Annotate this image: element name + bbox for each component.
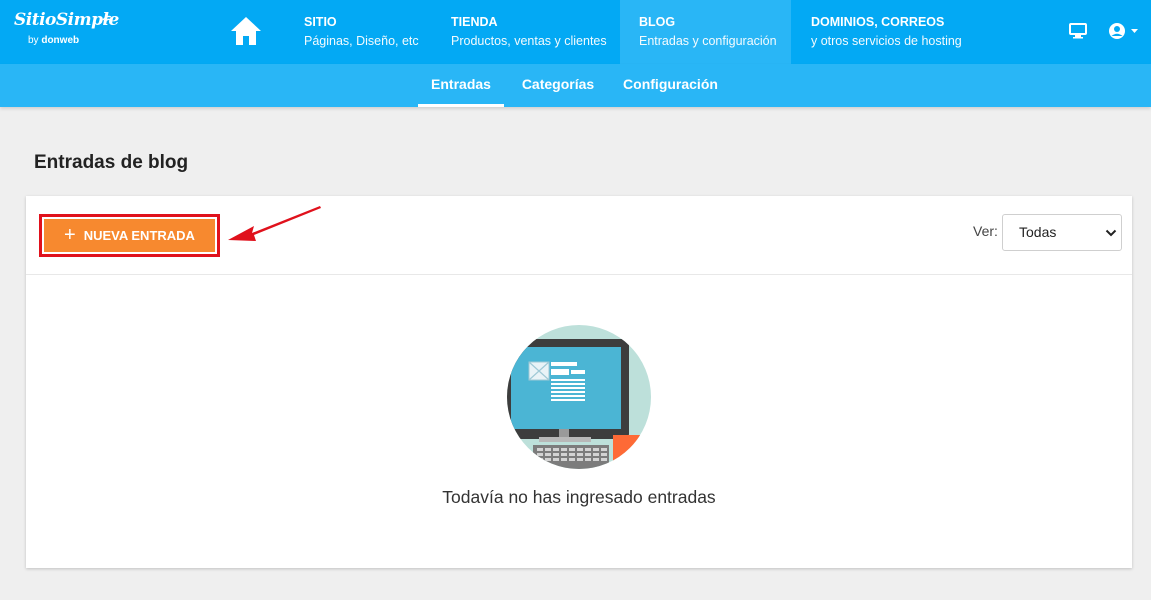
nav-title: DOMINIOS, CORREOS (811, 15, 945, 29)
tab-configuracion[interactable]: Configuración (614, 64, 727, 107)
nav-title: TIENDA (451, 15, 498, 29)
nav-tienda[interactable]: TIENDA Productos, ventas y clientes (434, 0, 620, 64)
empty-state-computer-illustration (507, 325, 651, 469)
blog-sub-navigation: Entradas Categorías Configuración (0, 64, 1151, 107)
highlight-box: + NUEVA ENTRADA (39, 214, 220, 257)
page-title: Entradas de blog (34, 152, 189, 173)
home-icon[interactable] (229, 15, 263, 47)
tab-categorias[interactable]: Categorías (512, 64, 604, 107)
sitiosimple-logo[interactable]: SitioSimple by donweb (14, 10, 119, 52)
user-account-icon[interactable] (1107, 22, 1141, 40)
nav-title: BLOG (639, 15, 676, 29)
top-navigation-bar: SitioSimple by donweb SITIO Páginas, Dis… (0, 0, 1151, 64)
filter-selected-value: Todas (1019, 224, 1057, 240)
filter-select[interactable]: Todas (1002, 214, 1122, 251)
empty-state-message: Todavía no has ingresado entradas (442, 487, 716, 507)
nav-blog[interactable]: BLOG Entradas y configuración (620, 0, 791, 64)
plus-icon: + (64, 223, 76, 246)
logo-subtitle: by donweb (28, 35, 80, 46)
desktop-preview-icon[interactable] (1069, 23, 1087, 39)
entries-panel: + NUEVA ENTRADA Ver: Todas Todavía no ha… (26, 196, 1132, 568)
nav-subtitle: Entradas y configuración (639, 34, 777, 48)
nav-dominios[interactable]: DOMINIOS, CORREOS y otros servicios de h… (791, 0, 1011, 64)
annotation-arrow (228, 206, 321, 241)
chevron-down-icon (1105, 229, 1117, 237)
wifi-icon (102, 15, 112, 23)
nav-subtitle: Productos, ventas y clientes (451, 34, 607, 48)
new-entry-button[interactable]: + NUEVA ENTRADA (44, 219, 215, 252)
filter-label: Ver: (973, 223, 998, 239)
nav-subtitle: Páginas, Diseño, etc (304, 34, 419, 48)
tab-entradas[interactable]: Entradas (418, 64, 504, 107)
new-entry-label: NUEVA ENTRADA (83, 228, 195, 243)
nav-sitio[interactable]: SITIO Páginas, Diseño, etc (287, 0, 433, 64)
divider (26, 274, 1132, 275)
nav-title: SITIO (304, 15, 337, 29)
nav-subtitle: y otros servicios de hosting (811, 34, 962, 48)
